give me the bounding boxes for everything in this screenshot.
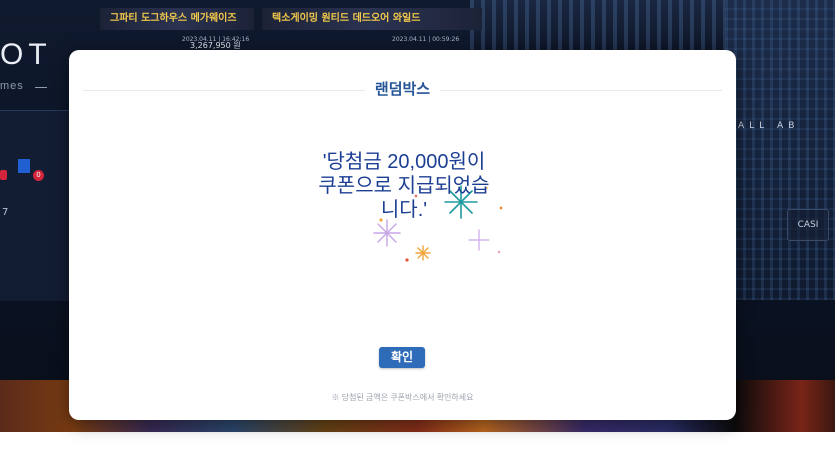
notification-icon[interactable] xyxy=(0,170,7,180)
modal-title: 랜덤박스 xyxy=(69,78,736,99)
background-city-right xyxy=(725,0,835,300)
message-count-badge: 0 xyxy=(33,170,44,181)
logo-divider xyxy=(35,87,47,88)
jackpot-date-2: 2023.04.11 | 00:59:26 xyxy=(392,36,460,43)
modal-title-text: 랜덤박스 xyxy=(364,81,441,98)
prize-message: '당첨금 20,000원이 쿠폰으로 지급되었습 니다.' xyxy=(299,150,509,222)
coupon-footnote: ※ 당첨된 금액은 쿠폰박스에서 확인하세요 xyxy=(331,393,474,402)
message-icon[interactable] xyxy=(18,159,30,173)
footer-area xyxy=(0,432,835,470)
site-logo[interactable]: OT xyxy=(0,38,52,72)
prize-message-line-2: 쿠폰으로 지급되었습 xyxy=(318,175,490,197)
prize-message-line-3: 니다.' xyxy=(380,199,428,221)
random-box-modal: 랜덤박스 '당첨금 20,000원이 쿠폰으로 지급되었습 니다.' 확인 ※ … xyxy=(69,50,736,420)
casino-button[interactable]: CASI xyxy=(787,209,829,241)
site-logo-sub: mes xyxy=(0,80,24,92)
user-side-panel xyxy=(0,110,70,301)
background-city-banner xyxy=(470,0,730,50)
confirm-button[interactable]: 확인 xyxy=(379,347,425,368)
banner-text-right: ALL AB xyxy=(738,121,800,131)
jackpot-banner-1[interactable]: 그파티 도그하우스 메가웨이즈 xyxy=(100,8,254,30)
prize-message-line-1: '당첨금 20,000원이 xyxy=(322,151,486,173)
side-panel-value: 7 xyxy=(2,207,9,218)
jackpot-banner-2[interactable]: 텍소게이밍 원티드 데드오어 와일드 xyxy=(262,8,482,30)
